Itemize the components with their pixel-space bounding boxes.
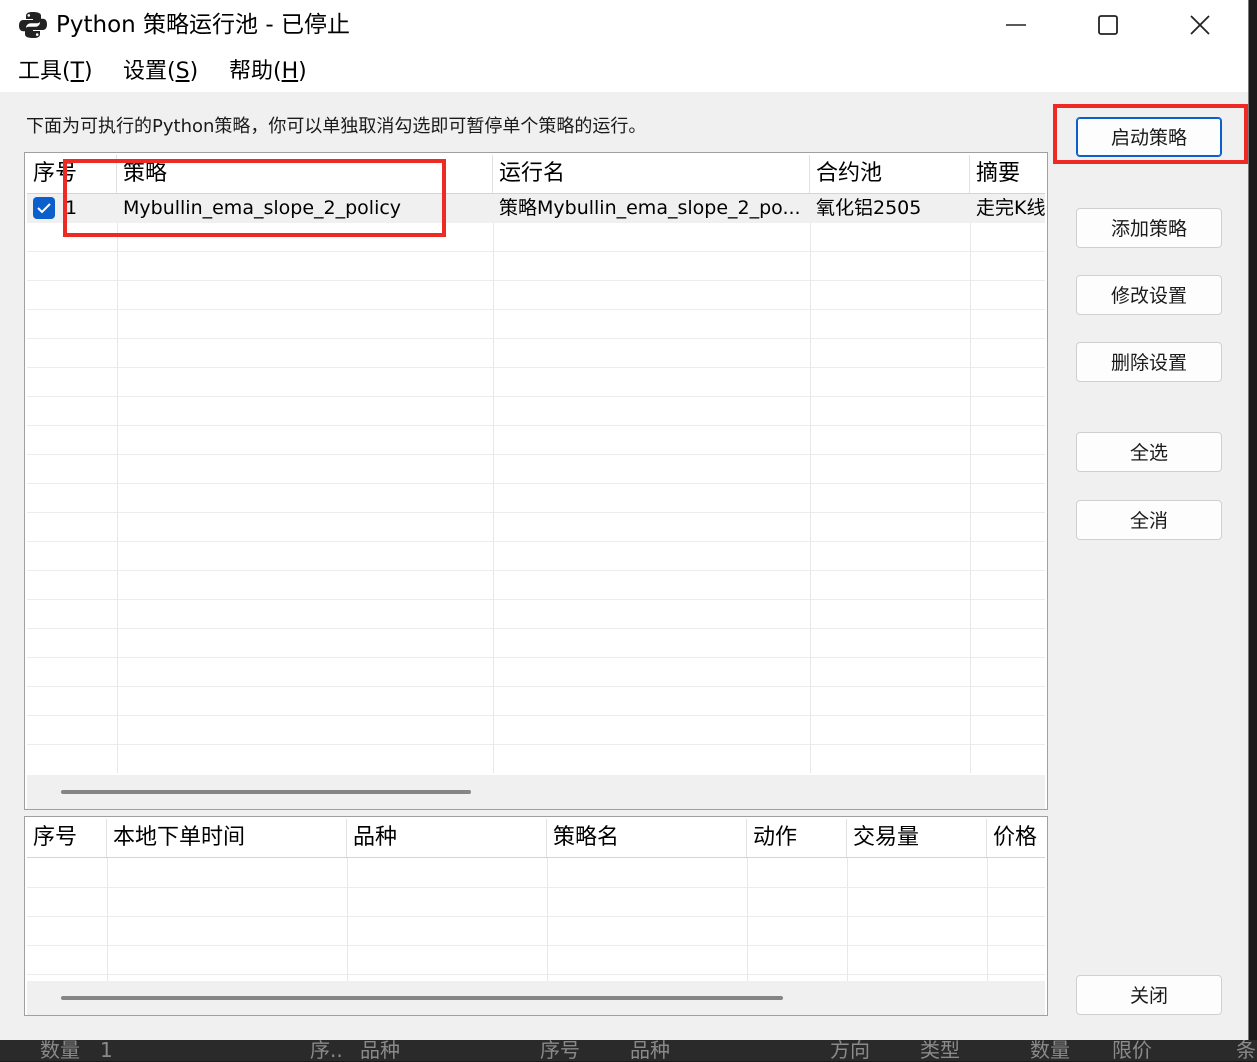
annotation-box-start-button	[1053, 104, 1248, 164]
col-header-summary[interactable]: 摘要	[970, 155, 1047, 193]
bg-label-quantity: 数量	[40, 1038, 80, 1062]
hscroll-thumb[interactable]	[61, 996, 783, 1000]
bg-col-condition: 条	[1236, 1038, 1256, 1062]
col-header-product[interactable]: 品种	[347, 819, 547, 857]
bg-col-limit-price: 限价	[1112, 1038, 1152, 1062]
order-table-hscroll[interactable]	[27, 981, 1045, 1015]
col-header-strategy-name[interactable]: 策略名	[547, 819, 747, 857]
col-header-order-time[interactable]: 本地下单时间	[107, 819, 347, 857]
add-strategy-button[interactable]: 添加策略	[1076, 208, 1222, 248]
bg-col-direction: 方向	[830, 1038, 870, 1062]
hscroll-thumb[interactable]	[61, 790, 471, 794]
row-run-name: 策略Mybullin_ema_slope_2_po...	[499, 197, 801, 219]
maximize-button[interactable]	[1062, 0, 1154, 50]
checkmark-icon	[37, 203, 51, 214]
close-button[interactable]: 关闭	[1076, 975, 1222, 1015]
minimize-button[interactable]	[970, 0, 1062, 50]
description-text: 下面为可执行的Python策略，你可以单独取消勾选即可暂停单个策略的运行。	[26, 116, 647, 137]
col-header-action[interactable]: 动作	[747, 819, 847, 857]
row-checkbox[interactable]	[33, 197, 55, 219]
title-bar[interactable]: Python 策略运行池 - 已停止	[0, 0, 1248, 50]
delete-settings-button[interactable]: 删除设置	[1076, 342, 1222, 382]
col-header-index[interactable]: 序号	[27, 819, 107, 857]
close-window-button[interactable]	[1154, 0, 1246, 50]
col-header-contract-pool[interactable]: 合约池	[810, 155, 970, 193]
modify-settings-button[interactable]: 修改设置	[1076, 275, 1222, 315]
maximize-icon	[1098, 15, 1118, 35]
bg-col-index: 序..	[310, 1038, 343, 1062]
deselect-all-button[interactable]: 全消	[1076, 500, 1222, 540]
row-contract-pool: 氧化铝2505	[816, 197, 922, 219]
strategy-pool-window: Python 策略运行池 - 已停止 工具(T) 设置(S) 帮助(H) 下面为…	[0, 0, 1249, 1040]
col-header-volume[interactable]: 交易量	[847, 819, 987, 857]
order-table: 序号 本地下单时间 品种 策略名 动作 交易量 价格	[24, 816, 1048, 1016]
bg-col-type: 类型	[920, 1038, 960, 1062]
bg-col-product-2: 品种	[630, 1038, 670, 1062]
python-icon	[19, 12, 47, 38]
bg-col-product: 品种	[360, 1038, 400, 1062]
menu-help[interactable]: 帮助(H)	[229, 57, 307, 87]
order-table-header: 序号 本地下单时间 品种 策略名 动作 交易量 价格	[27, 819, 1045, 858]
col-header-price[interactable]: 价格	[987, 819, 1047, 857]
menu-settings[interactable]: 设置(S)	[123, 57, 198, 87]
bg-value-quantity: 1	[100, 1038, 113, 1062]
minimize-icon	[1006, 24, 1026, 26]
strategy-table-hscroll[interactable]	[27, 775, 1045, 809]
strategy-table: 序号 策略 运行名 合约池 摘要 1 Mybullin_ema_slope_2_…	[24, 152, 1048, 810]
select-all-button[interactable]: 全选	[1076, 432, 1222, 472]
row-summary: 走完K线	[976, 197, 1046, 219]
close-icon	[1190, 15, 1210, 35]
bg-col-index-2: 序号	[540, 1038, 580, 1062]
window-title: Python 策略运行池 - 已停止	[56, 12, 350, 38]
bg-col-quantity: 数量	[1030, 1038, 1070, 1062]
menu-tools[interactable]: 工具(T)	[18, 57, 93, 87]
col-header-run-name[interactable]: 运行名	[493, 155, 810, 193]
menu-bar: 工具(T) 设置(S) 帮助(H)	[0, 50, 1248, 92]
annotation-box-strategy	[63, 159, 446, 237]
